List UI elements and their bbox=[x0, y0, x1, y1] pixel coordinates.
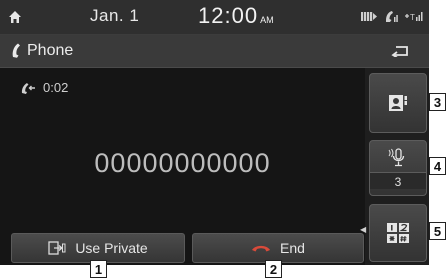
time-label: 12:00 bbox=[198, 3, 259, 28]
call-duration-text: 0:02 bbox=[43, 80, 69, 95]
mute-mic-icon bbox=[388, 148, 405, 167]
status-bar: Jan. 1 12:00 AM T bbox=[0, 0, 429, 35]
callout-2: 2 bbox=[265, 260, 282, 278]
use-private-label: Use Private bbox=[75, 240, 148, 256]
keypad-icon bbox=[387, 223, 409, 243]
status-icons: T bbox=[361, 10, 423, 22]
phone-signal-icon bbox=[386, 11, 398, 22]
svg-text:T: T bbox=[410, 13, 415, 21]
call-area: 0:02 00000000000 Use Private End bbox=[0, 68, 365, 265]
call-timer-icon bbox=[21, 82, 35, 94]
date-label: Jan. 1 bbox=[90, 6, 140, 25]
mic-count-label: 3 bbox=[370, 172, 426, 189]
keypad-button[interactable] bbox=[369, 204, 427, 262]
end-call-label: End bbox=[280, 240, 305, 256]
panel-arrow-icon: ◀ bbox=[360, 225, 367, 234]
contacts-icon bbox=[389, 95, 407, 111]
clock: 12:00 AM bbox=[198, 3, 274, 29]
title-bar: Phone bbox=[0, 35, 429, 68]
end-call-icon bbox=[252, 245, 271, 252]
phone-number: 00000000000 bbox=[94, 148, 271, 178]
back-button[interactable] bbox=[381, 38, 419, 64]
callout-1: 1 bbox=[90, 260, 107, 278]
back-icon bbox=[391, 46, 408, 57]
private-mode-icon bbox=[48, 241, 66, 255]
page-title: Phone bbox=[27, 42, 74, 59]
side-panel: 3 ◀ bbox=[360, 68, 429, 265]
callout-3: 3 bbox=[429, 93, 446, 111]
home-button[interactable] bbox=[0, 0, 30, 34]
battery-icon bbox=[361, 11, 377, 21]
phone-screen: Jan. 1 12:00 AM T Phone 0:02 00000000000… bbox=[0, 0, 429, 265]
mute-mic-button[interactable]: 3 bbox=[369, 140, 427, 196]
ampm-label: AM bbox=[260, 15, 274, 25]
home-icon bbox=[9, 11, 21, 23]
call-duration: 0:02 bbox=[20, 80, 68, 95]
signal-icon: T bbox=[405, 12, 423, 21]
contacts-button[interactable] bbox=[369, 73, 427, 133]
callout-5: 5 bbox=[429, 222, 446, 240]
callout-4: 4 bbox=[429, 157, 446, 175]
end-call-button[interactable]: End bbox=[192, 233, 364, 263]
use-private-button[interactable]: Use Private bbox=[11, 233, 185, 263]
phone-icon bbox=[12, 43, 20, 58]
